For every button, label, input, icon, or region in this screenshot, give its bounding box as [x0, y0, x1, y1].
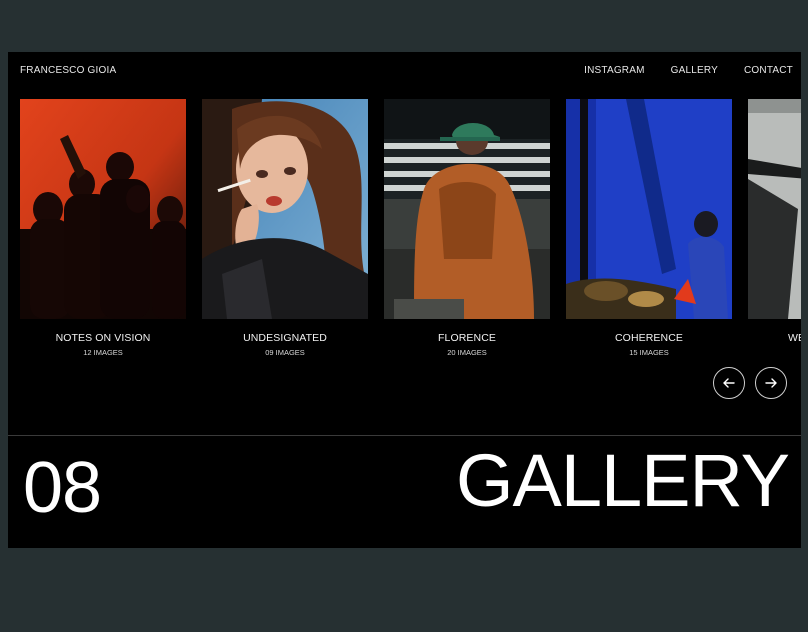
gallery-card-title: WE — [788, 332, 801, 344]
gallery-card-photo[interactable] — [202, 99, 368, 319]
gallery-card-undesignated[interactable]: UNDESIGNATED 09 IMAGES — [202, 99, 368, 357]
gallery-card-title: FLORENCE — [438, 332, 496, 344]
arrow-right-icon — [765, 378, 777, 388]
prev-arrow-button[interactable] — [713, 367, 745, 399]
gallery-card-title: UNDESIGNATED — [243, 332, 327, 344]
gallery-card-photo[interactable] — [566, 99, 732, 319]
section-title: GALLERY — [455, 439, 790, 522]
gallery-card-florence[interactable]: FLORENCE 20 IMAGES — [384, 99, 550, 357]
gallery-card-photo[interactable] — [384, 99, 550, 319]
gallery-card-notes-on-vision[interactable]: NOTES ON VISION 12 IMAGES — [20, 99, 186, 357]
gallery-card-coherence[interactable]: COHERENCE 15 IMAGES — [566, 99, 732, 357]
photo-notes-on-vision — [20, 99, 186, 319]
gallery-card-photo[interactable] — [748, 99, 801, 319]
gallery-card-photo[interactable] — [20, 99, 186, 319]
gallery-card-count: 15 IMAGES — [629, 348, 669, 357]
nav-contact-link[interactable]: CONTACT — [744, 65, 793, 76]
gallery-frame: FRANCESCO GIOIA INSTAGRAM GALLERY CONTAC… — [8, 52, 801, 548]
gallery-card-we[interactable]: WE — [748, 99, 801, 344]
gallery-card-count: 12 IMAGES — [83, 348, 123, 357]
photo-florence — [384, 99, 550, 319]
photo-undesignated — [202, 99, 368, 319]
nav-gallery-link[interactable]: GALLERY — [671, 65, 718, 76]
arrow-left-icon — [723, 378, 735, 388]
gallery-card-count: 09 IMAGES — [265, 348, 305, 357]
photo-coherence — [566, 99, 732, 319]
brand-name[interactable]: FRANCESCO GIOIA — [20, 65, 116, 76]
gallery-card-title: NOTES ON VISION — [55, 332, 151, 344]
gallery-card-title: COHERENCE — [615, 332, 683, 344]
next-arrow-button[interactable] — [755, 367, 787, 399]
gallery-card-count: 20 IMAGES — [447, 348, 487, 357]
section-divider — [8, 435, 801, 436]
main-nav: INSTAGRAM GALLERY CONTACT — [584, 65, 793, 76]
nav-instagram-link[interactable]: INSTAGRAM — [584, 65, 645, 76]
photo-we — [748, 99, 801, 319]
section-number: 08 — [23, 448, 102, 528]
